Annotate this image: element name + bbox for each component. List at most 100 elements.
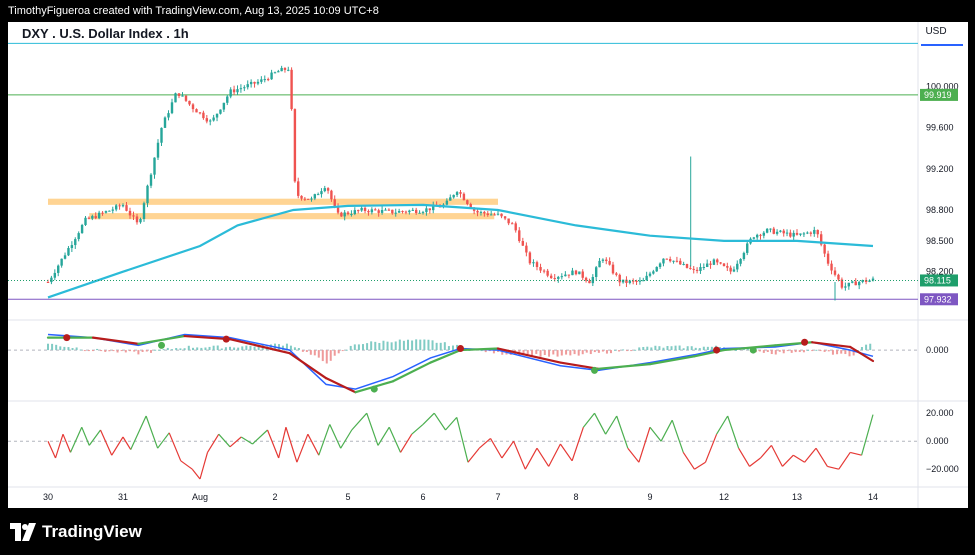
macd-histogram-bar — [869, 343, 872, 351]
candle-body — [191, 104, 195, 110]
macd-histogram-bar — [100, 350, 103, 352]
candle-body — [357, 210, 360, 212]
candle-body — [139, 218, 142, 223]
oscillator-segment — [180, 460, 193, 470]
oscillator-segment — [716, 415, 729, 435]
macd-histogram-bar — [831, 350, 834, 355]
macd-histogram-bar — [382, 340, 385, 351]
macd-histogram-bar — [345, 349, 348, 351]
candle-body — [63, 255, 67, 259]
candle-body — [479, 211, 483, 213]
macd-signal-segment — [597, 363, 652, 370]
oscillator-segment — [377, 426, 390, 446]
candle-body — [253, 81, 256, 84]
macd-histogram-bar — [766, 350, 769, 353]
macd-histogram-bar — [447, 346, 450, 351]
candle-body — [236, 89, 239, 93]
candle-body — [53, 272, 57, 278]
candle-body — [668, 258, 672, 262]
macd-histogram-bar — [51, 343, 54, 351]
candle-body — [232, 89, 236, 93]
oscillator-segment — [318, 424, 331, 456]
candle-body — [635, 280, 638, 282]
macd-histogram-bar — [762, 350, 765, 353]
candle-body — [775, 231, 779, 234]
candle-body — [121, 205, 125, 207]
candle-body — [685, 263, 689, 268]
macd-histogram-bar — [638, 347, 641, 351]
oscillator-segment — [47, 440, 57, 459]
macd-histogram-bar — [827, 350, 830, 352]
candle-body — [567, 274, 571, 276]
candle-body — [598, 260, 601, 268]
macd-histogram-bar — [601, 350, 604, 352]
macd-histogram-bar — [313, 350, 316, 356]
macd-histogram-bar — [220, 348, 223, 351]
macd-histogram-bar — [865, 344, 868, 351]
oscillator-axis-tick: 0.000 — [926, 436, 949, 446]
macd-histogram-bar — [585, 350, 588, 353]
candle-body — [546, 270, 549, 276]
oscillator-segment — [559, 443, 573, 462]
oscillator-segment — [513, 440, 526, 470]
oscillator-segment — [536, 447, 550, 467]
candle-body — [662, 258, 665, 264]
macd-histogram-bar — [823, 350, 826, 352]
macd-histogram-bar — [706, 346, 709, 351]
price-axis-tick: 99.200 — [926, 164, 954, 174]
candle-body — [346, 212, 350, 215]
candle-body — [67, 248, 70, 256]
candle-body — [277, 71, 280, 73]
candle-body — [476, 210, 479, 213]
currency-button[interactable]: USD — [921, 26, 951, 37]
tradingview-logo[interactable]: TradingView — [10, 522, 142, 542]
macd-cross-marker — [801, 338, 809, 346]
macd-signal-segment — [459, 347, 500, 352]
oscillator-segment — [445, 417, 458, 431]
candle-body — [792, 232, 795, 237]
candle-body — [722, 263, 726, 267]
oscillator-segment — [88, 429, 101, 446]
macd-histogram-bar — [245, 345, 248, 351]
macd-histogram-bar — [378, 342, 381, 351]
candle-body — [628, 280, 632, 283]
candle-body — [114, 205, 118, 210]
macd-histogram-bar — [124, 350, 127, 353]
oscillator-segment — [252, 429, 268, 445]
oscillator-segment — [69, 426, 83, 453]
macd-histogram-bar — [694, 347, 697, 351]
oscillator-segment — [593, 412, 607, 435]
oscillator-segment — [329, 424, 342, 449]
macd-histogram-bar — [581, 350, 584, 355]
candle-body — [239, 88, 243, 90]
macd-histogram-bar — [415, 339, 418, 351]
oscillator-segment — [296, 433, 309, 463]
macd-signal-segment — [288, 352, 328, 380]
candle-body — [719, 262, 722, 264]
candle-body — [564, 274, 567, 277]
candle-body — [77, 233, 80, 240]
chart-canvas[interactable]: 30 31 Aug 2 5 6 7 8 9 12 13 14100.00099.60099.20098… — [0, 0, 975, 508]
macd-histogram-bar — [678, 345, 681, 351]
oscillator-segment — [524, 447, 538, 470]
candle-body — [449, 197, 452, 201]
time-axis-label: 6 — [420, 492, 425, 502]
macd-histogram-bar — [658, 346, 661, 351]
candle-body — [638, 280, 642, 282]
macd-histogram-bar — [556, 350, 559, 357]
macd-histogram-bar — [807, 349, 810, 351]
macd-axis-tick: 0.000 — [926, 345, 949, 355]
macd-histogram-bar — [569, 350, 572, 356]
macd-histogram-bar — [145, 350, 148, 352]
macd-histogram-bar — [836, 350, 839, 355]
macd-histogram-bar — [840, 350, 843, 354]
oscillator-segment — [285, 427, 298, 463]
oscillator-segment — [81, 426, 90, 446]
candle-body — [503, 216, 507, 219]
macd-histogram-bar — [321, 350, 324, 362]
candle-body — [539, 267, 542, 271]
candle-body — [350, 214, 353, 216]
macd-histogram-bar — [394, 341, 397, 351]
macd-histogram-bar — [229, 346, 231, 351]
macd-histogram-bar — [539, 350, 542, 357]
